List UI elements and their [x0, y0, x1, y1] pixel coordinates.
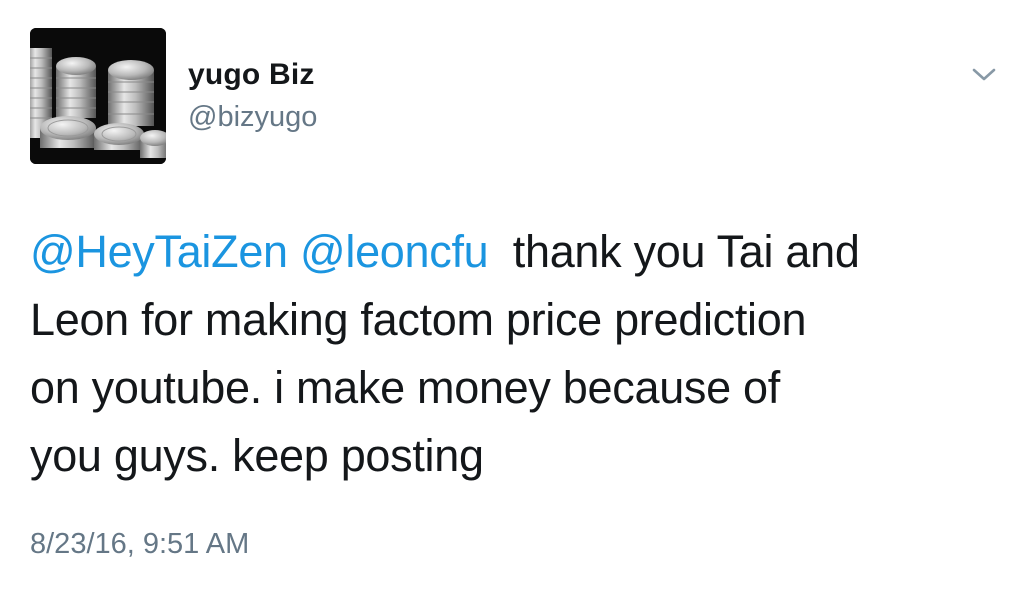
tweet-text-line-3: on youtube. i make money because of: [30, 362, 780, 413]
tweet-text-line-2: Leon for making factom price prediction: [30, 294, 807, 345]
silver-coins-icon: [30, 28, 166, 164]
tweet-timestamp[interactable]: 8/23/16, 9:51 AM: [30, 528, 249, 561]
author-handle[interactable]: @bizyugo: [188, 101, 317, 134]
tweet-card: yugo Biz @bizyugo @HeyTaiZen @leoncfu th…: [0, 0, 1024, 594]
tweet-text: @HeyTaiZen @leoncfu thank you Tai and Le…: [30, 218, 990, 490]
author-display-name[interactable]: yugo Biz: [188, 58, 315, 92]
mention-link[interactable]: @leoncfu: [300, 226, 489, 277]
mention-link[interactable]: @HeyTaiZen: [30, 226, 288, 277]
chevron-down-icon[interactable]: [968, 64, 1000, 86]
tweet-text-line-4: you guys. keep posting: [30, 430, 484, 481]
tweet-text-line-1: @HeyTaiZen @leoncfu thank you Tai and: [30, 218, 990, 286]
author-avatar[interactable]: [30, 28, 166, 164]
tweet-text-segment: thank you Tai and: [512, 226, 860, 277]
